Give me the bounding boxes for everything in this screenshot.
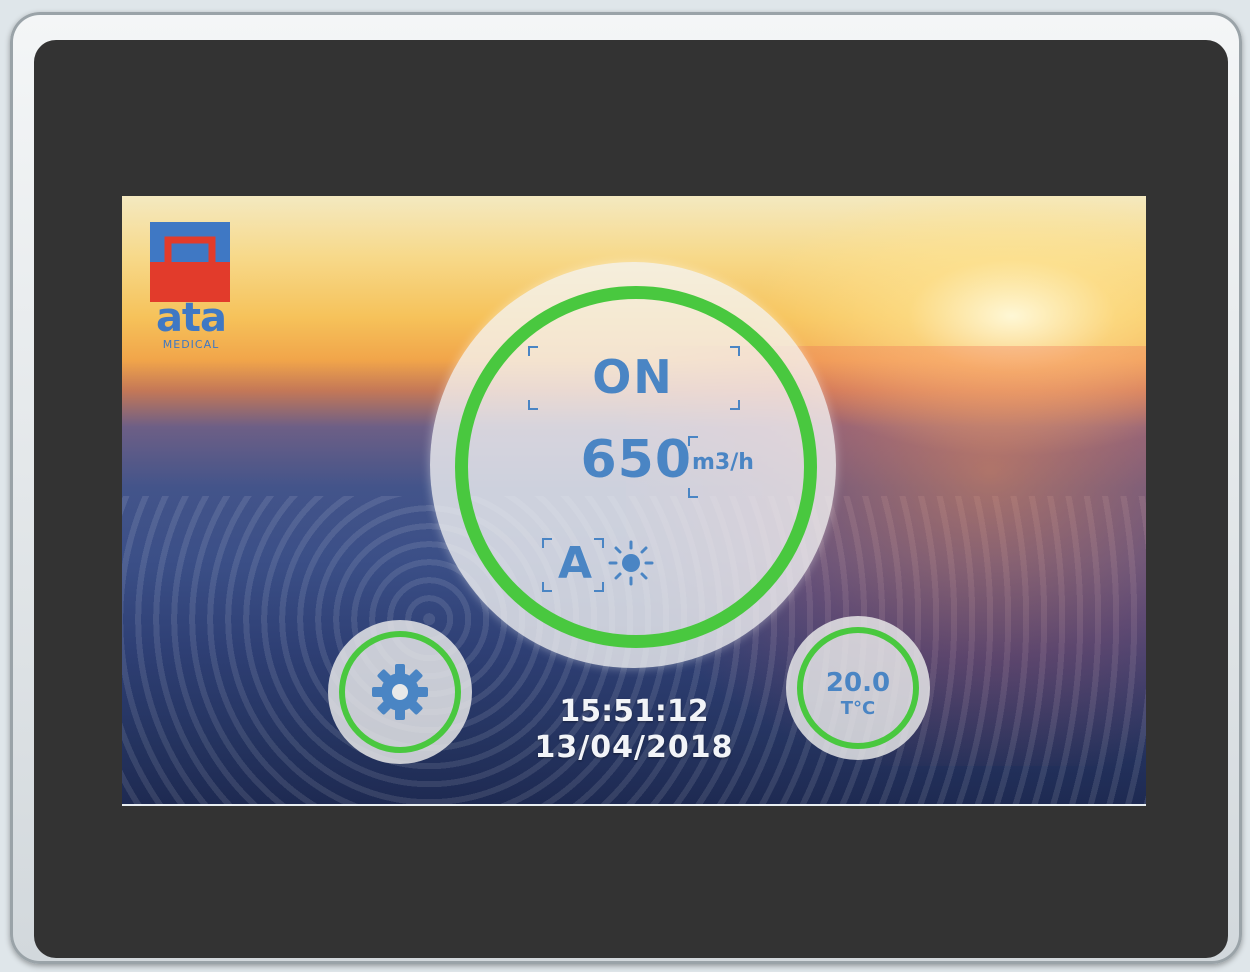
temperature-value: 20.0 — [825, 668, 891, 698]
logo-subtitle: MEDICAL — [162, 338, 220, 351]
auto-mode-button[interactable]: A — [548, 538, 602, 589]
brand-logo: ata MEDICAL — [150, 222, 232, 351]
temperature-button[interactable]: 20.0 T°C — [786, 616, 930, 760]
gear-icon — [372, 664, 428, 720]
main-status-dial[interactable]: ON 650 m3/h A — [430, 262, 836, 668]
airflow-unit: m3/h — [692, 450, 754, 475]
settings-button[interactable] — [328, 620, 472, 764]
temperature-unit: T°C — [840, 698, 876, 719]
touch-screen: ata MEDICAL ON 650 m3/h A 20.0 T°C 15:51… — [122, 196, 1146, 806]
logo-wordmark: ata — [155, 295, 227, 341]
clock-time: 15:51:12 — [559, 694, 709, 729]
airflow-value[interactable]: 650 — [502, 430, 692, 490]
clock-date: 13/04/2018 — [534, 730, 734, 765]
sun-icon[interactable] — [608, 540, 654, 586]
logo-mark-icon — [150, 222, 230, 302]
power-state-toggle[interactable]: ON — [430, 350, 836, 404]
